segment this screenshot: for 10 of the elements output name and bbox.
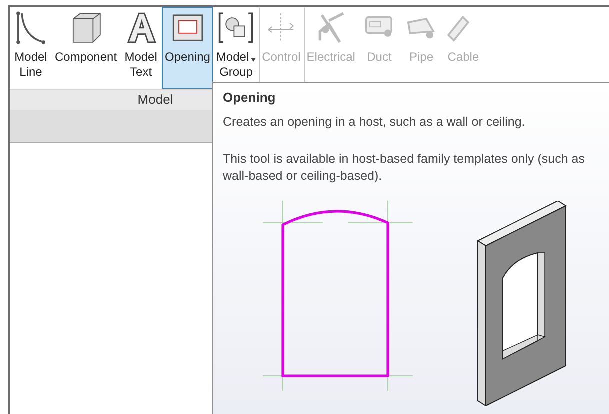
ribbon-tool-button[interactable]: Model Group [213,7,260,89]
tooltip-description: Creates an opening in a host, such as a wall or ceiling. [223,114,526,131]
ribbon-tool-button[interactable]: Opening [162,7,214,89]
tooltip-title: Opening [223,90,276,106]
group-icon [218,10,254,46]
panel-label: Model [138,91,174,110]
ribbon-tool-button[interactable]: Component [52,7,120,89]
ribbon-tool-button[interactable]: Model Line [10,7,52,89]
tooltip-note: This tool is available in host-based family templates only (such as wall-based or ceiling-based). [223,150,586,185]
ribbon-tool-button[interactable]: Model Text [120,7,162,89]
